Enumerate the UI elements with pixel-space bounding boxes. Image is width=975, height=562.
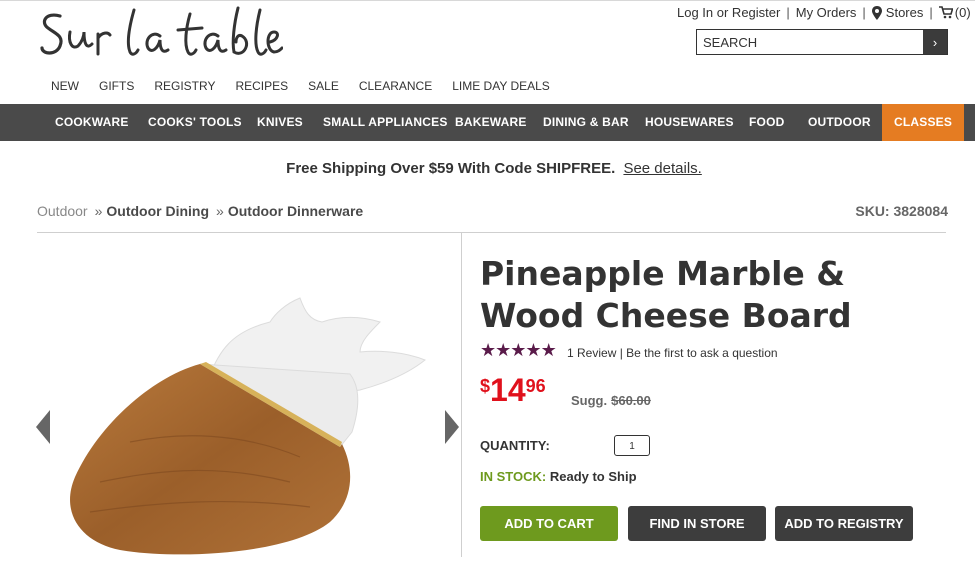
nav-cookware[interactable]: COOKWARE: [55, 104, 129, 141]
add-to-cart-button[interactable]: ADD TO CART: [480, 506, 618, 541]
star-icon: ★: [540, 340, 557, 360]
sugg-price-value: $60.00: [611, 393, 651, 408]
breadcrumb-separator: »: [94, 203, 103, 219]
divider: |: [862, 5, 866, 20]
subnav-sale[interactable]: SALE: [308, 79, 339, 93]
breadcrumb-outdoor[interactable]: Outdoor: [37, 203, 88, 219]
sale-price: $1496: [480, 372, 546, 409]
star-icon: ★: [480, 340, 496, 360]
cart-icon[interactable]: [938, 6, 954, 19]
divider: [461, 233, 462, 557]
breadcrumb-outdoor-dinnerware[interactable]: Outdoor Dinnerware: [228, 203, 363, 219]
cart-count[interactable]: (0): [955, 5, 971, 20]
breadcrumb-outdoor-dining[interactable]: Outdoor Dining: [106, 203, 209, 219]
nav-dining-bar[interactable]: DINING & BAR: [543, 104, 629, 141]
star-icon: ★: [510, 340, 526, 360]
product-title: Pineapple Marble & Wood Cheese Board: [480, 254, 852, 335]
ready-to-ship: Ready to Ship: [549, 469, 637, 484]
gallery-prev-icon[interactable]: [36, 410, 50, 444]
location-pin-icon[interactable]: [871, 5, 882, 20]
secondary-nav: NEW GIFTS REGISTRY RECIPES SALE CLEARANC…: [41, 79, 560, 93]
nav-housewares[interactable]: HOUSEWARES: [645, 104, 734, 141]
star-icon: ★: [495, 340, 511, 360]
nav-knives[interactable]: KNIVES: [257, 104, 303, 141]
divider: [37, 232, 946, 233]
divider: |: [929, 5, 933, 20]
star-icon: ★: [525, 340, 541, 360]
find-in-store-button[interactable]: FIND IN STORE: [628, 506, 766, 541]
my-orders-link[interactable]: My Orders: [796, 5, 857, 20]
product-image[interactable]: [60, 292, 440, 557]
login-link[interactable]: Log In or Register: [677, 5, 780, 20]
subnav-lime-day-deals[interactable]: LIME DAY DEALS: [452, 79, 550, 93]
quantity-input[interactable]: 1: [614, 435, 650, 456]
utility-nav: Log In or Register | My Orders | Stores …: [677, 5, 971, 20]
subnav-registry[interactable]: REGISTRY: [154, 79, 215, 93]
price-cents: 96: [525, 376, 546, 396]
review-summary[interactable]: 1 Review | Be the first to ask a questio…: [567, 346, 778, 360]
brand-logo[interactable]: [38, 2, 284, 64]
nav-cooks-tools[interactable]: COOKS' TOOLS: [148, 104, 242, 141]
divider: |: [786, 5, 790, 20]
nav-classes[interactable]: CLASSES: [882, 104, 965, 141]
subnav-recipes[interactable]: RECIPES: [235, 79, 288, 93]
top-border: [0, 0, 975, 1]
suggested-price: Sugg. $60.00: [571, 393, 651, 408]
gallery-next-icon[interactable]: [445, 410, 459, 444]
promo-text: Free Shipping Over $59 With Code SHIPFRE…: [286, 160, 616, 177]
search-box: ›: [696, 29, 948, 55]
chevron-right-icon: ›: [932, 34, 938, 50]
rating-stars[interactable]: ★★★★★: [480, 340, 557, 361]
add-to-registry-button[interactable]: ADD TO REGISTRY: [775, 506, 913, 541]
main-nav: COOKWARE COOKS' TOOLS KNIVES SMALL APPLI…: [0, 104, 975, 141]
subnav-gifts[interactable]: GIFTS: [99, 79, 134, 93]
breadcrumb-separator: »: [216, 203, 224, 219]
breadcrumb: Outdoor» Outdoor Dining» Outdoor Dinnerwar…: [37, 203, 363, 219]
quantity-label: QUANTITY:: [480, 438, 550, 453]
subnav-new[interactable]: NEW: [51, 79, 79, 93]
price-dollars: 14: [490, 372, 526, 408]
in-stock-label: IN STOCK:: [480, 469, 547, 484]
promo-details-link[interactable]: See details.: [623, 160, 701, 177]
nav-outdoor[interactable]: OUTDOOR: [808, 104, 871, 141]
nav-food[interactable]: FOOD: [749, 104, 784, 141]
sugg-label: Sugg.: [571, 393, 608, 408]
sku-label: SKU: 3828084: [855, 203, 948, 219]
nav-small-appliances[interactable]: SMALL APPLIANCES: [323, 104, 448, 141]
subnav-clearance[interactable]: CLEARANCE: [359, 79, 432, 93]
search-submit-button[interactable]: ›: [923, 30, 947, 54]
stores-link[interactable]: Stores: [886, 5, 924, 20]
promo-banner: Free Shipping Over $59 With Code SHIPFRE…: [0, 160, 975, 177]
stock-status: IN STOCK: Ready to Ship: [480, 469, 637, 484]
nav-bakeware[interactable]: BAKEWARE: [455, 104, 527, 141]
price-currency: $: [480, 376, 491, 396]
search-input[interactable]: [697, 30, 923, 54]
